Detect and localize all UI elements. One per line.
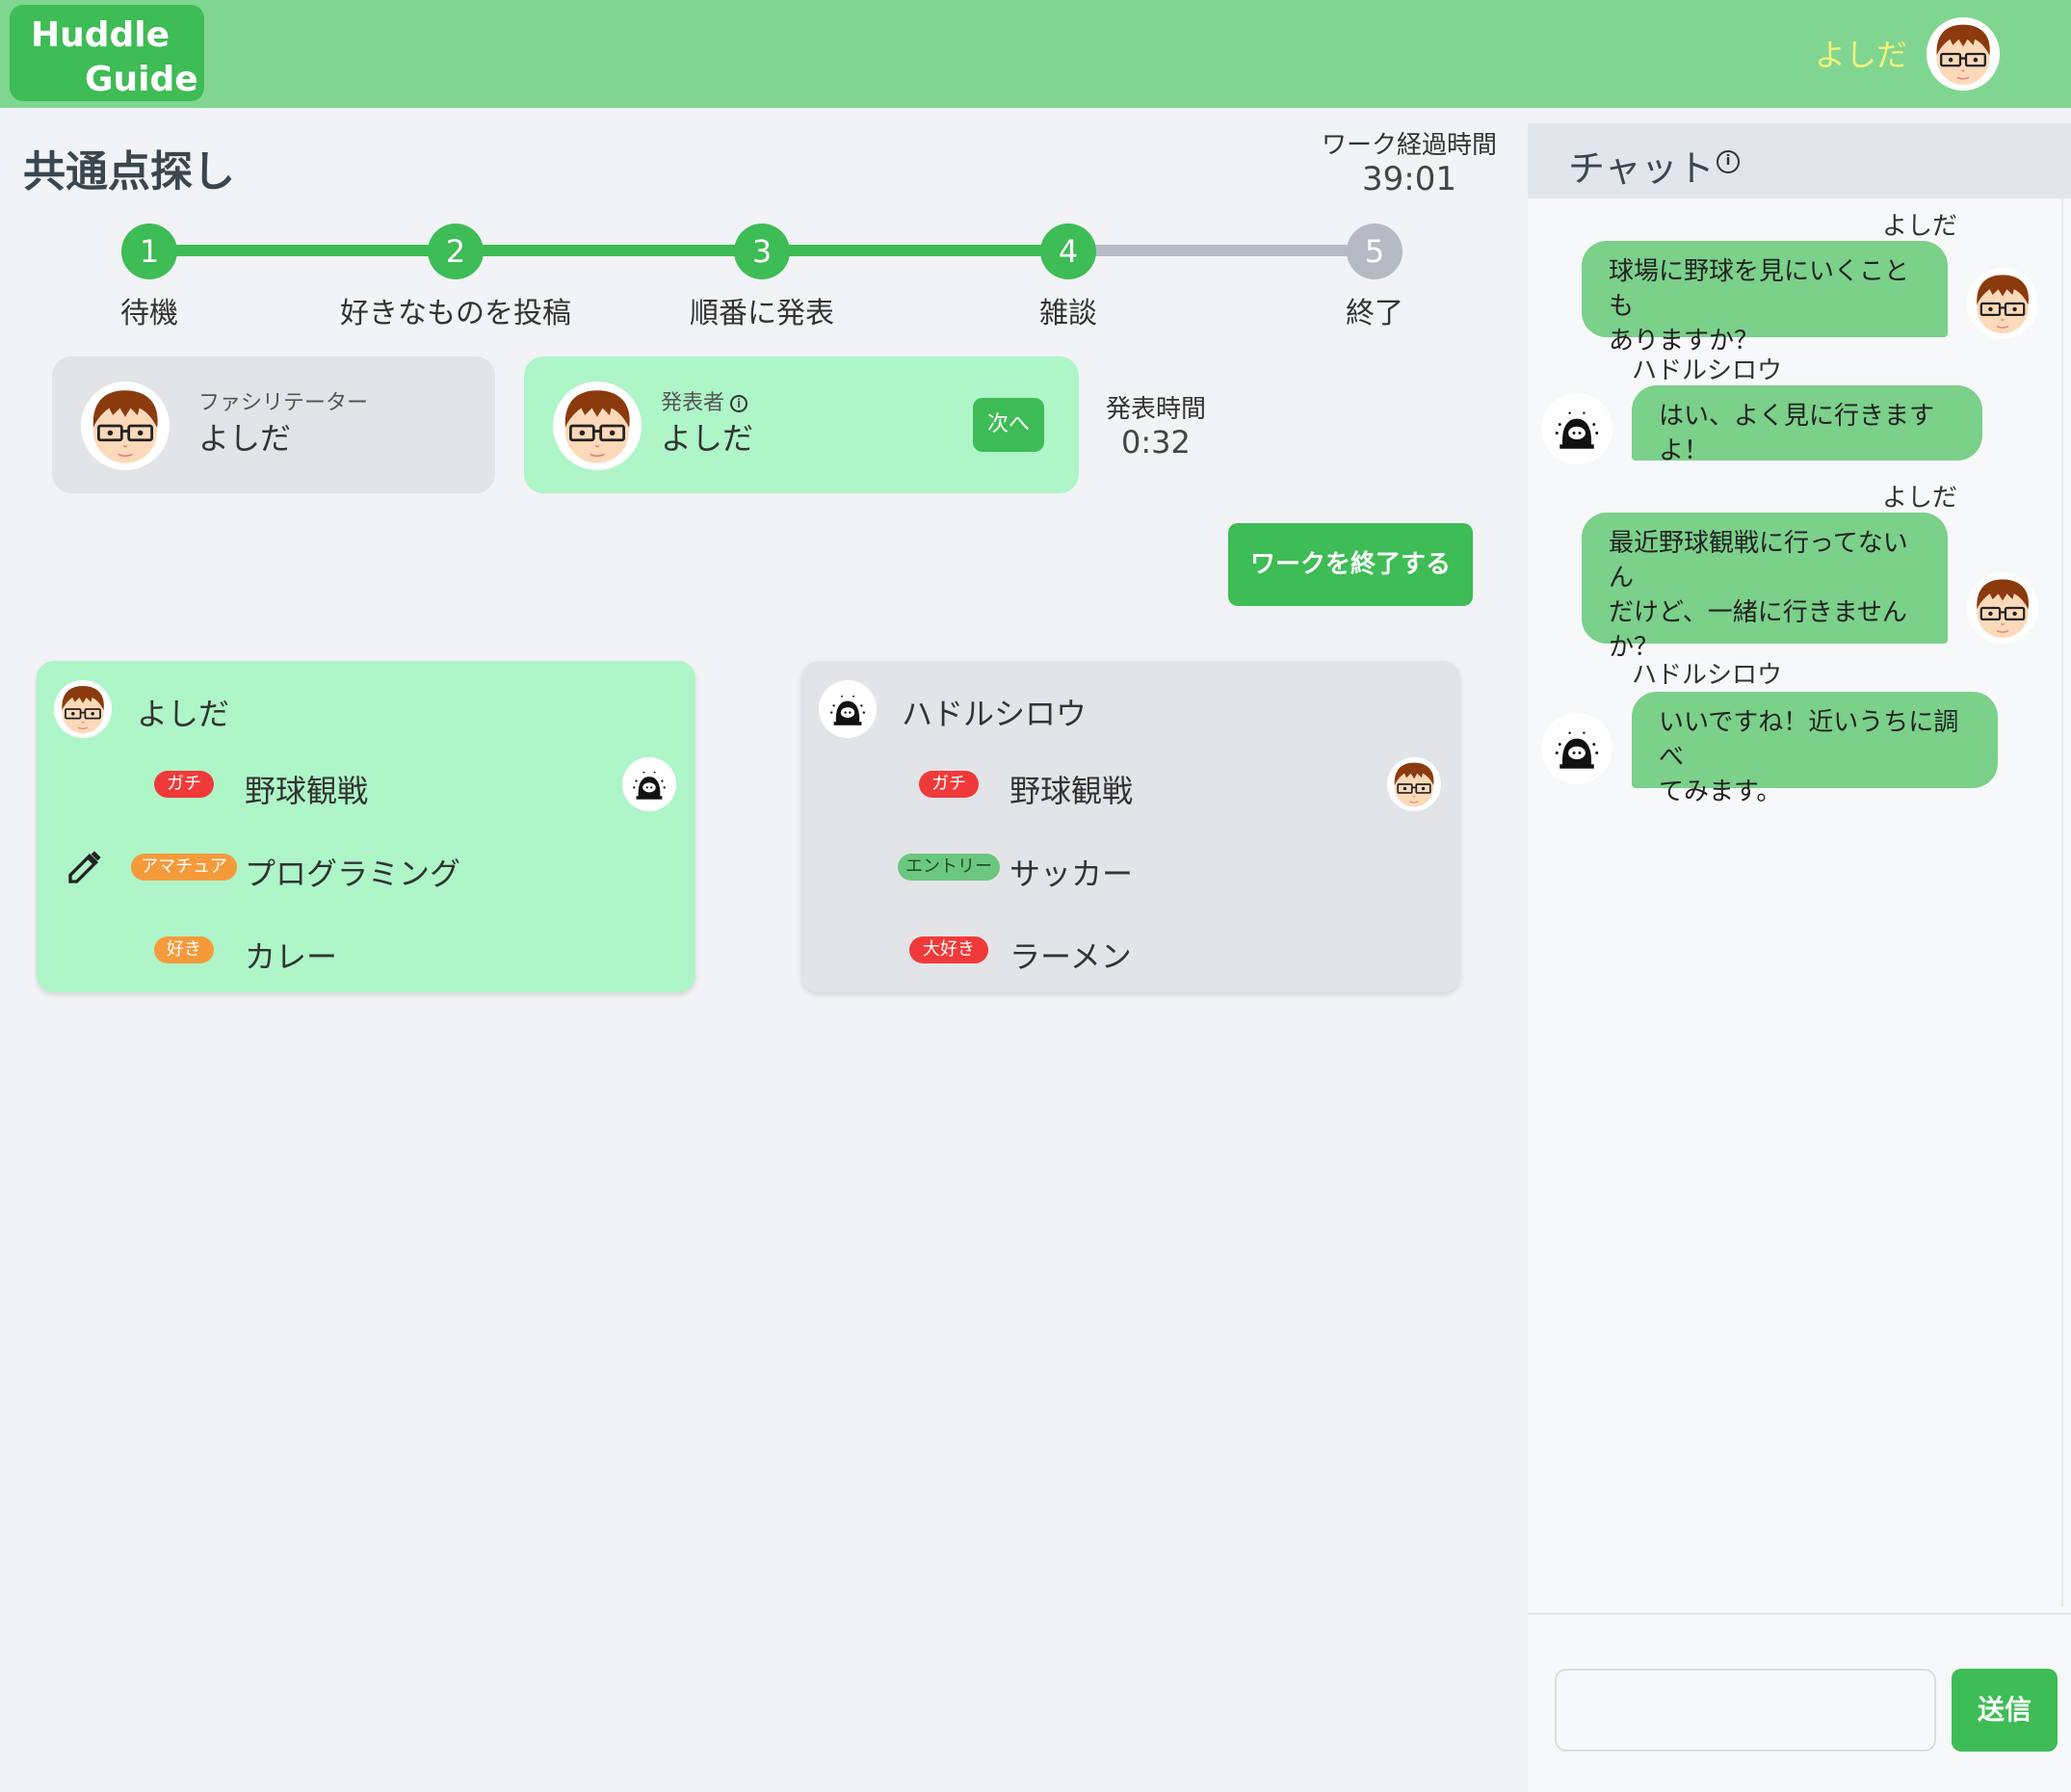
like-level-badge: ガチ [154,771,214,798]
info-icon[interactable]: i [1717,150,1740,173]
message-sender: ハドルシロウ [1632,661,1783,690]
step-3: 3 [734,224,790,279]
step-5-label: 終了 [1346,297,1403,330]
like-item: 好き カレー [37,923,695,981]
member-avatar [54,680,112,738]
chat-message-input[interactable] [1555,1669,1936,1752]
current-user-avatar[interactable] [1927,17,2000,91]
current-user-name[interactable]: よしだ [1815,31,1907,75]
matched-member-avatar [622,757,676,811]
app-logo[interactable]: Huddle Guide [10,5,204,101]
logo-line1: Huddle [31,15,170,55]
page-title: 共通点探し [23,147,235,197]
like-level-badge: アマチュア [131,854,237,881]
info-icon[interactable]: i [730,395,748,412]
message-avatar [1967,268,2038,339]
message-avatar [1967,572,2038,644]
member-card-huddle-shirou: ハドルシロウ ガチ 野球観戦 エントリー サッカー 大好き ラーメン [801,661,1460,992]
like-item-text: ラーメン [1009,938,1132,975]
like-item-text: 野球観戦 [245,773,369,809]
facilitator-card: ファシリテーター よしだ [52,356,495,493]
chat-footer-divider [1528,1613,2071,1615]
like-item-text: サッカー [1009,856,1134,892]
logo-line2: Guide [85,60,198,99]
step-1: 1 [121,224,177,279]
like-item-text: 野球観戦 [1009,773,1134,809]
like-item: 大好き ラーメン [801,923,1460,981]
like-level-badge: エントリー [898,854,1000,881]
like-item-text: プログラミング [245,856,461,892]
message-sender: よしだ [1882,484,1958,513]
facilitator-name: よしだ [198,420,292,457]
member-name: よしだ [137,696,230,732]
chat-header: チャット i [1528,123,2071,198]
step-4: 4 [1040,224,1096,279]
presentation-time-label: 発表時間 [1106,395,1207,424]
message-avatar [1541,393,1612,464]
like-item: ガチ 野球観戦 [37,757,695,815]
stepper-line-done [149,245,1069,256]
elapsed-time-value: 39:01 [1362,160,1456,198]
presenter-role: 発表者 i [661,385,748,416]
member-avatar [819,680,877,738]
app-header: Huddle Guide よしだ [0,0,2071,108]
step-4-label: 雑談 [1039,297,1097,330]
facilitator-role-label: ファシリテーター [198,391,369,415]
like-item-text: カレー [245,938,338,975]
presenter-avatar [553,382,642,470]
chat-message: いいですね！近いうちに調べ てみます。 [1632,692,1998,806]
like-level-badge: 好き [154,936,214,963]
next-presenter-button[interactable]: 次へ [973,398,1044,452]
message-avatar [1541,713,1612,784]
step-2: 2 [428,224,484,279]
end-work-button[interactable]: ワークを終了する [1228,523,1473,606]
chat-title: チャット [1568,147,1715,190]
like-level-badge: 大好き [909,936,988,963]
message-sender: ハドルシロウ [1632,356,1783,385]
like-item: ガチ 野球観戦 [801,757,1460,815]
presentation-time-value: 0:32 [1121,424,1191,461]
presenter-card: 発表者 i よしだ 次へ [524,356,1079,493]
chat-scrollbar[interactable] [2061,198,2063,1607]
presenter-name: よしだ [661,420,754,457]
send-button[interactable]: 送信 [1952,1669,2058,1752]
step-3-label: 順番に発表 [690,297,834,330]
chat-panel: チャット i よしだ 球場に野球を見にいくことも ありますか？ ハドルシロウ は… [1528,123,2071,1792]
elapsed-time-label: ワーク経過時間 [1322,131,1498,160]
stepper-line-todo [1069,245,1376,256]
pencil-icon[interactable] [66,848,104,886]
step-5: 5 [1347,224,1403,279]
member-card-yoshida: よしだ ガチ 野球観戦 アマチュア プログラミング 好き カレー [37,661,695,992]
like-item: アマチュア プログラミング [37,840,695,898]
like-item: エントリー サッカー [801,840,1460,898]
like-level-badge: ガチ [919,771,979,798]
chat-message: 球場に野球を見にいくことも ありますか？ [1582,241,1948,356]
chat-message: はい、よく見に行きますよ！ [1632,385,1982,465]
presenter-role-label: 発表者 [661,391,725,415]
step-2-label: 好きなものを投稿 [340,297,571,330]
facilitator-avatar [81,382,170,470]
message-sender: よしだ [1882,212,1958,241]
step-1-label: 待機 [120,297,178,330]
chat-message: 最近野球観戦に行ってないん だけど、一緒に行きません か？ [1582,513,1948,662]
member-name: ハドルシロウ [902,696,1088,732]
matched-member-avatar [1387,757,1441,811]
